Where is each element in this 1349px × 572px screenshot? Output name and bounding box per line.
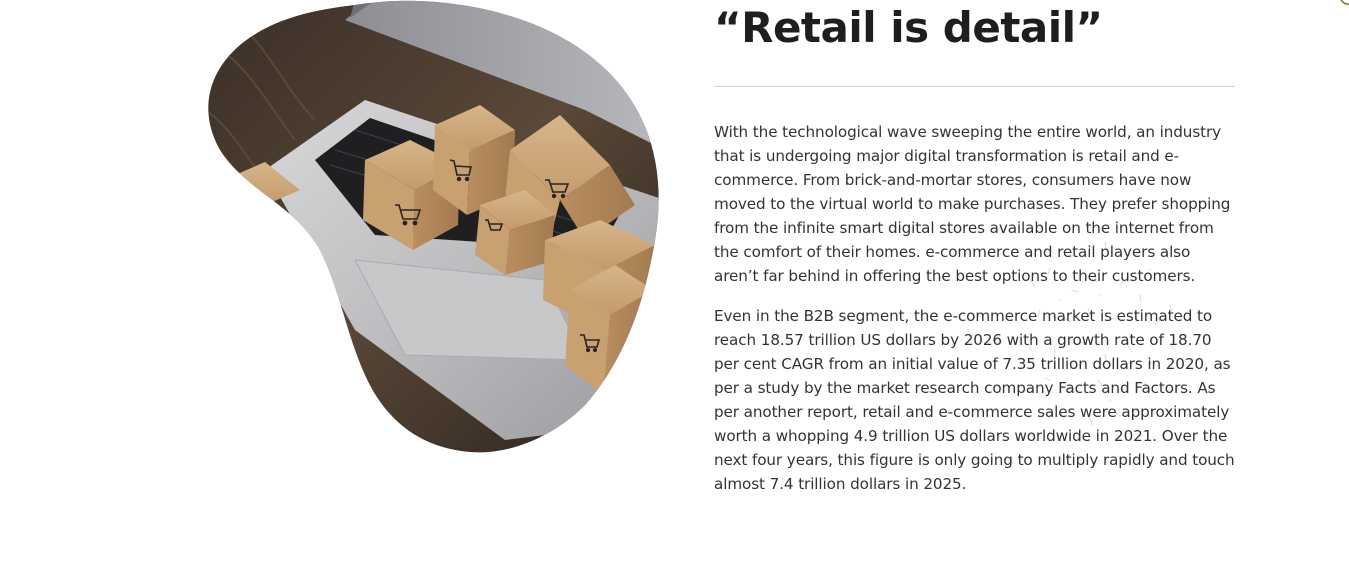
paragraph-intro: With the technological wave sweeping the… [714, 123, 1231, 285]
corner-decoration [1340, 0, 1349, 5]
headline: “Retail is detail” [714, 3, 1103, 52]
page: “Retail is detail” With the technologica… [0, 0, 1349, 572]
paragraph-market: Even in the B2B segment, the e-commerce … [714, 307, 1235, 493]
divider [714, 86, 1235, 87]
article-content: “Retail is detail” With the technologica… [714, 0, 1236, 496]
hero-image [205, 0, 665, 455]
boxes-on-laptop-image [208, 0, 659, 453]
